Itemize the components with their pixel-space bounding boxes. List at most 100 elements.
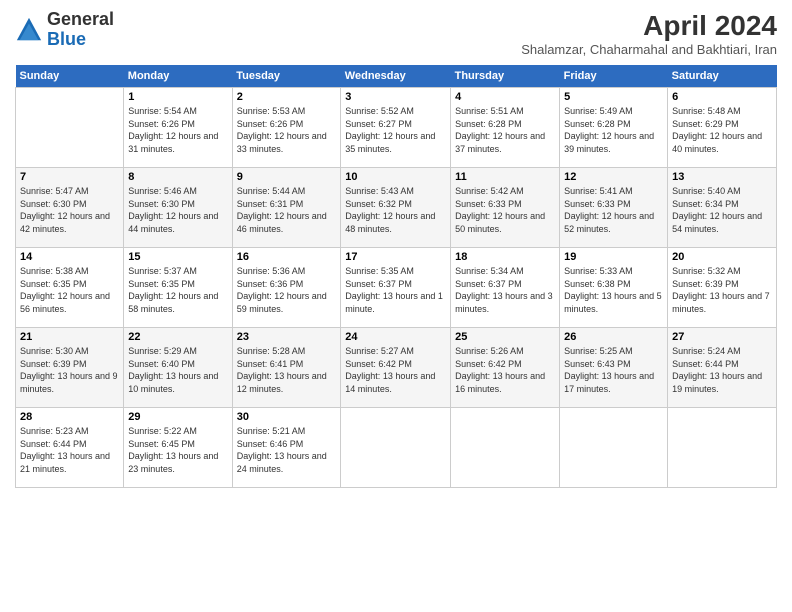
calendar-cell: 12 Sunrise: 5:41 AMSunset: 6:33 PMDayligh…: [560, 168, 668, 248]
week-row: 28Sunrise: 5:23 AMSunset: 6:44 PMDayligh…: [16, 408, 777, 488]
day-number: 6: [672, 91, 772, 103]
day-info: Sunrise: 5:52 AMSunset: 6:27 PMDaylight:…: [345, 105, 446, 155]
day-number: 26: [564, 331, 663, 343]
logo: GeneralBlue: [15, 10, 114, 50]
month-year: April 2024: [521, 10, 777, 42]
calendar-cell: 24 Sunrise: 5:27 AMSunset: 6:42 PMDayligh…: [341, 328, 451, 408]
day-number: 4: [455, 91, 555, 103]
calendar-cell: 30Sunrise: 5:21 AMSunset: 6:46 PMDayligh…: [232, 408, 341, 488]
calendar-cell: [451, 408, 560, 488]
calendar-cell: 14 Sunrise: 5:38 AMSunset: 6:35 PMDayligh…: [16, 248, 124, 328]
day-info: Sunrise: 5:25 AMSunset: 6:43 PMDaylight:…: [564, 345, 663, 395]
logo-text: GeneralBlue: [47, 10, 114, 50]
weekday-header: Saturday: [668, 65, 777, 88]
day-info: Sunrise: 5:29 AMSunset: 6:40 PMDaylight:…: [128, 345, 227, 395]
day-number: 10: [345, 171, 446, 183]
day-number: 18: [455, 251, 555, 263]
day-number: 23: [237, 331, 337, 343]
calendar-cell: 21Sunrise: 5:30 AMSunset: 6:39 PMDayligh…: [16, 328, 124, 408]
day-info: Sunrise: 5:23 AMSunset: 6:44 PMDaylight:…: [20, 425, 119, 475]
day-info: Sunrise: 5:53 AMSunset: 6:26 PMDaylight:…: [237, 105, 337, 155]
day-number: 5: [564, 91, 663, 103]
calendar-cell: 6 Sunrise: 5:48 AMSunset: 6:29 PMDaylight…: [668, 88, 777, 168]
day-number: 20: [672, 251, 772, 263]
calendar-cell: 1 Sunrise: 5:54 AMSunset: 6:26 PMDaylight…: [124, 88, 232, 168]
day-info: Sunrise: 5:33 AMSunset: 6:38 PMDaylight:…: [564, 265, 663, 315]
day-info: Sunrise: 5:34 AMSunset: 6:37 PMDaylight:…: [455, 265, 555, 315]
day-info: Sunrise: 5:41 AMSunset: 6:33 PMDaylight:…: [564, 185, 663, 235]
day-number: 14: [20, 251, 119, 263]
calendar-cell: 9 Sunrise: 5:44 AMSunset: 6:31 PMDaylight…: [232, 168, 341, 248]
calendar-cell: 11Sunrise: 5:42 AMSunset: 6:33 PMDayligh…: [451, 168, 560, 248]
day-info: Sunrise: 5:46 AMSunset: 6:30 PMDaylight:…: [128, 185, 227, 235]
day-number: 3: [345, 91, 446, 103]
calendar-cell: [16, 88, 124, 168]
day-info: Sunrise: 5:32 AMSunset: 6:39 PMDaylight:…: [672, 265, 772, 315]
day-number: 13: [672, 171, 772, 183]
week-row: 1 Sunrise: 5:54 AMSunset: 6:26 PMDaylight…: [16, 88, 777, 168]
day-number: 25: [455, 331, 555, 343]
calendar-cell: 27 Sunrise: 5:24 AMSunset: 6:44 PMDayligh…: [668, 328, 777, 408]
calendar-cell: 17 Sunrise: 5:35 AMSunset: 6:37 PMDayligh…: [341, 248, 451, 328]
day-number: 8: [128, 171, 227, 183]
calendar-cell: 23 Sunrise: 5:28 AMSunset: 6:41 PMDayligh…: [232, 328, 341, 408]
day-info: Sunrise: 5:40 AMSunset: 6:34 PMDaylight:…: [672, 185, 772, 235]
day-number: 29: [128, 411, 227, 423]
day-info: Sunrise: 5:37 AMSunset: 6:35 PMDaylight:…: [128, 265, 227, 315]
weekday-header: Thursday: [451, 65, 560, 88]
day-number: 16: [237, 251, 337, 263]
day-info: Sunrise: 5:35 AMSunset: 6:37 PMDaylight:…: [345, 265, 446, 315]
day-number: 19: [564, 251, 663, 263]
day-info: Sunrise: 5:44 AMSunset: 6:31 PMDaylight:…: [237, 185, 337, 235]
calendar-cell: 15 Sunrise: 5:37 AMSunset: 6:35 PMDayligh…: [124, 248, 232, 328]
day-number: 15: [128, 251, 227, 263]
title-section: April 2024 Shalamzar, Chaharmahal and Ba…: [521, 10, 777, 57]
day-number: 17: [345, 251, 446, 263]
calendar-cell: 18 Sunrise: 5:34 AMSunset: 6:37 PMDayligh…: [451, 248, 560, 328]
calendar-cell: 29 Sunrise: 5:22 AMSunset: 6:45 PMDayligh…: [124, 408, 232, 488]
calendar-table: SundayMondayTuesdayWednesdayThursdayFrid…: [15, 65, 777, 488]
location: Shalamzar, Chaharmahal and Bakhtiari, Ir…: [521, 42, 777, 57]
calendar-cell: 19 Sunrise: 5:33 AMSunset: 6:38 PMDayligh…: [560, 248, 668, 328]
calendar-cell: 7Sunrise: 5:47 AMSunset: 6:30 PMDaylight…: [16, 168, 124, 248]
weekday-header: Friday: [560, 65, 668, 88]
calendar-cell: [560, 408, 668, 488]
day-info: Sunrise: 5:38 AMSunset: 6:35 PMDaylight:…: [20, 265, 119, 315]
day-info: Sunrise: 5:24 AMSunset: 6:44 PMDaylight:…: [672, 345, 772, 395]
day-number: 1: [128, 91, 227, 103]
week-row: 7Sunrise: 5:47 AMSunset: 6:30 PMDaylight…: [16, 168, 777, 248]
calendar-cell: 8 Sunrise: 5:46 AMSunset: 6:30 PMDaylight…: [124, 168, 232, 248]
day-info: Sunrise: 5:22 AMSunset: 6:45 PMDaylight:…: [128, 425, 227, 475]
calendar-cell: 26 Sunrise: 5:25 AMSunset: 6:43 PMDayligh…: [560, 328, 668, 408]
day-number: 2: [237, 91, 337, 103]
calendar-cell: 3 Sunrise: 5:52 AMSunset: 6:27 PMDaylight…: [341, 88, 451, 168]
calendar-cell: 25 Sunrise: 5:26 AMSunset: 6:42 PMDayligh…: [451, 328, 560, 408]
day-info: Sunrise: 5:48 AMSunset: 6:29 PMDaylight:…: [672, 105, 772, 155]
day-info: Sunrise: 5:27 AMSunset: 6:42 PMDaylight:…: [345, 345, 446, 395]
day-info: Sunrise: 5:28 AMSunset: 6:41 PMDaylight:…: [237, 345, 337, 395]
logo-icon: [15, 16, 43, 44]
day-info: Sunrise: 5:21 AMSunset: 6:46 PMDaylight:…: [237, 425, 337, 475]
day-info: Sunrise: 5:54 AMSunset: 6:26 PMDaylight:…: [128, 105, 227, 155]
calendar-cell: 28Sunrise: 5:23 AMSunset: 6:44 PMDayligh…: [16, 408, 124, 488]
day-number: 24: [345, 331, 446, 343]
weekday-header: Sunday: [16, 65, 124, 88]
day-info: Sunrise: 5:30 AMSunset: 6:39 PMDaylight:…: [20, 345, 119, 395]
page: GeneralBlue April 2024 Shalamzar, Chahar…: [0, 0, 792, 612]
day-number: 12: [564, 171, 663, 183]
day-number: 27: [672, 331, 772, 343]
day-info: Sunrise: 5:36 AMSunset: 6:36 PMDaylight:…: [237, 265, 337, 315]
weekday-header: Tuesday: [232, 65, 341, 88]
day-number: 9: [237, 171, 337, 183]
day-info: Sunrise: 5:26 AMSunset: 6:42 PMDaylight:…: [455, 345, 555, 395]
calendar-cell: 2 Sunrise: 5:53 AMSunset: 6:26 PMDaylight…: [232, 88, 341, 168]
day-info: Sunrise: 5:49 AMSunset: 6:28 PMDaylight:…: [564, 105, 663, 155]
weekday-header: Wednesday: [341, 65, 451, 88]
calendar-cell: 10Sunrise: 5:43 AMSunset: 6:32 PMDayligh…: [341, 168, 451, 248]
weekday-header: Monday: [124, 65, 232, 88]
calendar-cell: [341, 408, 451, 488]
calendar-cell: 4Sunrise: 5:51 AMSunset: 6:28 PMDaylight…: [451, 88, 560, 168]
calendar-cell: 16 Sunrise: 5:36 AMSunset: 6:36 PMDayligh…: [232, 248, 341, 328]
day-info: Sunrise: 5:42 AMSunset: 6:33 PMDaylight:…: [455, 185, 555, 235]
calendar-cell: 20 Sunrise: 5:32 AMSunset: 6:39 PMDayligh…: [668, 248, 777, 328]
